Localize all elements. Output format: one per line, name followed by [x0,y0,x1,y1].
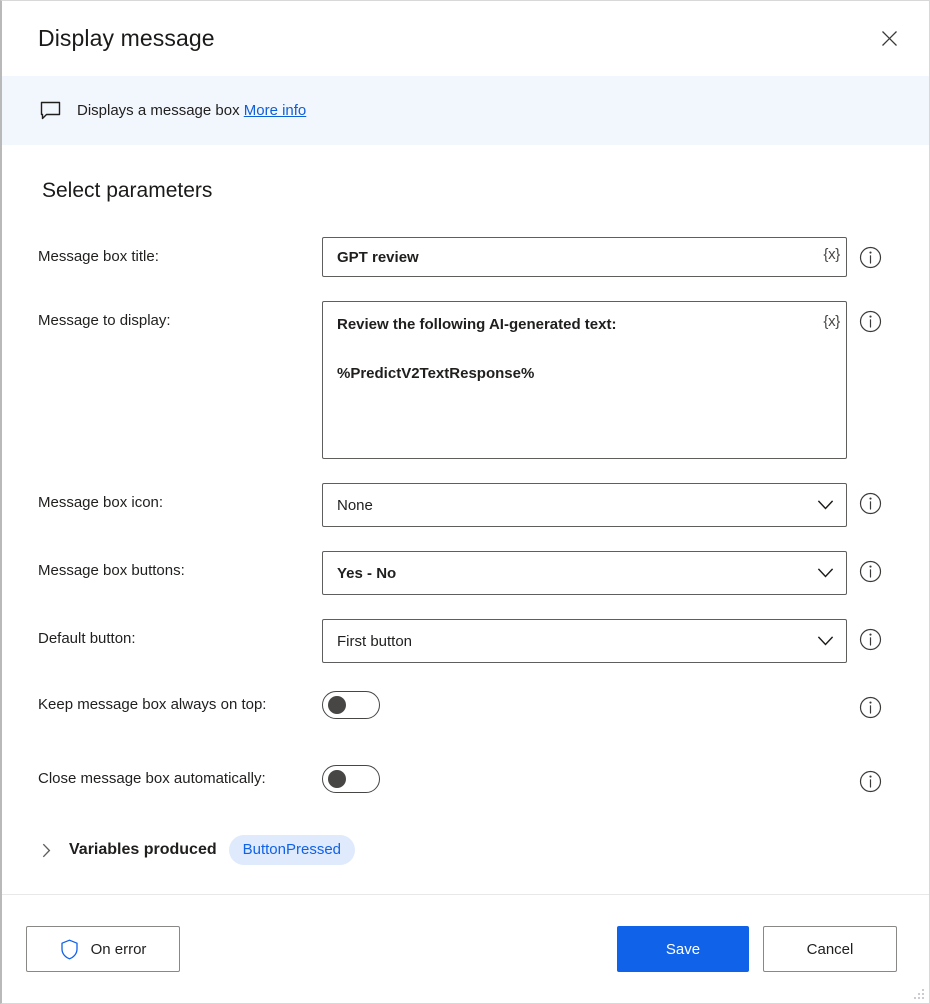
field-row-close-automatically: Close message box automatically: [38,761,893,793]
default-button-value: First button [337,632,413,650]
message-to-display-textarea[interactable]: Review the following AI-generated text: … [322,301,847,459]
display-message-dialog: Display message Displays a message box M… [0,0,930,1004]
variable-pill-buttonpressed[interactable]: ButtonPressed [228,835,356,865]
info-icon[interactable] [847,237,893,269]
keep-always-on-top-toggle[interactable] [322,691,380,719]
message-box-buttons-select[interactable]: Yes - No [322,551,847,595]
description-banner: Displays a message box More info [2,76,929,145]
banner-text: Displays a message box More info [77,102,306,119]
info-icon[interactable] [847,483,893,515]
cancel-button[interactable]: Cancel [763,926,897,972]
info-icon[interactable] [847,687,893,719]
label-message-to-display: Message to display: [38,312,171,329]
variable-picker-icon[interactable]: {x} [823,246,840,263]
label-close-automatically: Close message box automatically: [38,770,266,787]
variables-produced-label[interactable]: Variables produced [69,841,217,859]
field-row-keep-always-on-top: Keep message box always on top: [38,687,893,719]
message-box-title-input[interactable]: GPT review {x} [322,237,847,277]
variable-picker-icon[interactable]: {x} [823,310,840,334]
label-message-box-buttons: Message box buttons: [38,562,185,579]
variables-produced-section: Variables produced ButtonPressed [42,835,893,865]
shield-icon [60,939,79,960]
toggle-knob [328,696,346,714]
message-box-title-value: GPT review [337,248,419,266]
on-error-label: On error [90,940,147,958]
field-row-message-box-title: Message box title: GPT review {x} [38,237,893,277]
chevron-down-icon [817,500,834,511]
close-button[interactable] [867,19,911,59]
label-message-box-icon: Message box icon: [38,494,164,511]
field-row-message-box-icon: Message box icon: None [38,483,893,527]
info-icon[interactable] [847,761,893,793]
page-title: Display message [38,25,215,51]
label-default-button: Default button: [38,630,136,647]
close-automatically-toggle[interactable] [322,765,380,793]
info-icon[interactable] [847,551,893,583]
field-row-message-to-display: Message to display: Review the following… [38,301,893,459]
label-message-box-title: Message box title: [38,248,159,265]
message-to-display-value: Review the following AI-generated text: … [337,316,617,382]
field-row-default-button: Default button: First button [38,619,893,663]
message-bubble-icon [38,98,63,123]
close-icon [881,30,898,47]
dialog-body: Select parameters Message box title: GPT… [2,145,929,894]
dialog-titlebar: Display message [2,1,929,76]
chevron-down-icon [817,636,834,647]
chevron-down-icon [817,568,834,579]
save-button[interactable]: Save [617,926,749,972]
dialog-footer: On error Save Cancel [2,894,929,1003]
on-error-button[interactable]: On error [26,926,180,972]
message-box-icon-select[interactable]: None [322,483,847,527]
field-row-message-box-buttons: Message box buttons: Yes - No [38,551,893,595]
label-keep-always-on-top: Keep message box always on top: [38,696,267,713]
info-icon[interactable] [847,301,893,333]
info-icon[interactable] [847,619,893,651]
more-info-link[interactable]: More info [244,102,307,119]
message-box-icon-value: None [337,496,373,514]
message-box-buttons-value: Yes - No [337,564,397,582]
toggle-knob [328,770,346,788]
chevron-right-icon[interactable] [42,841,57,860]
default-button-select[interactable]: First button [322,619,847,663]
banner-description: Displays a message box [77,102,240,119]
section-title: Select parameters [42,179,213,202]
